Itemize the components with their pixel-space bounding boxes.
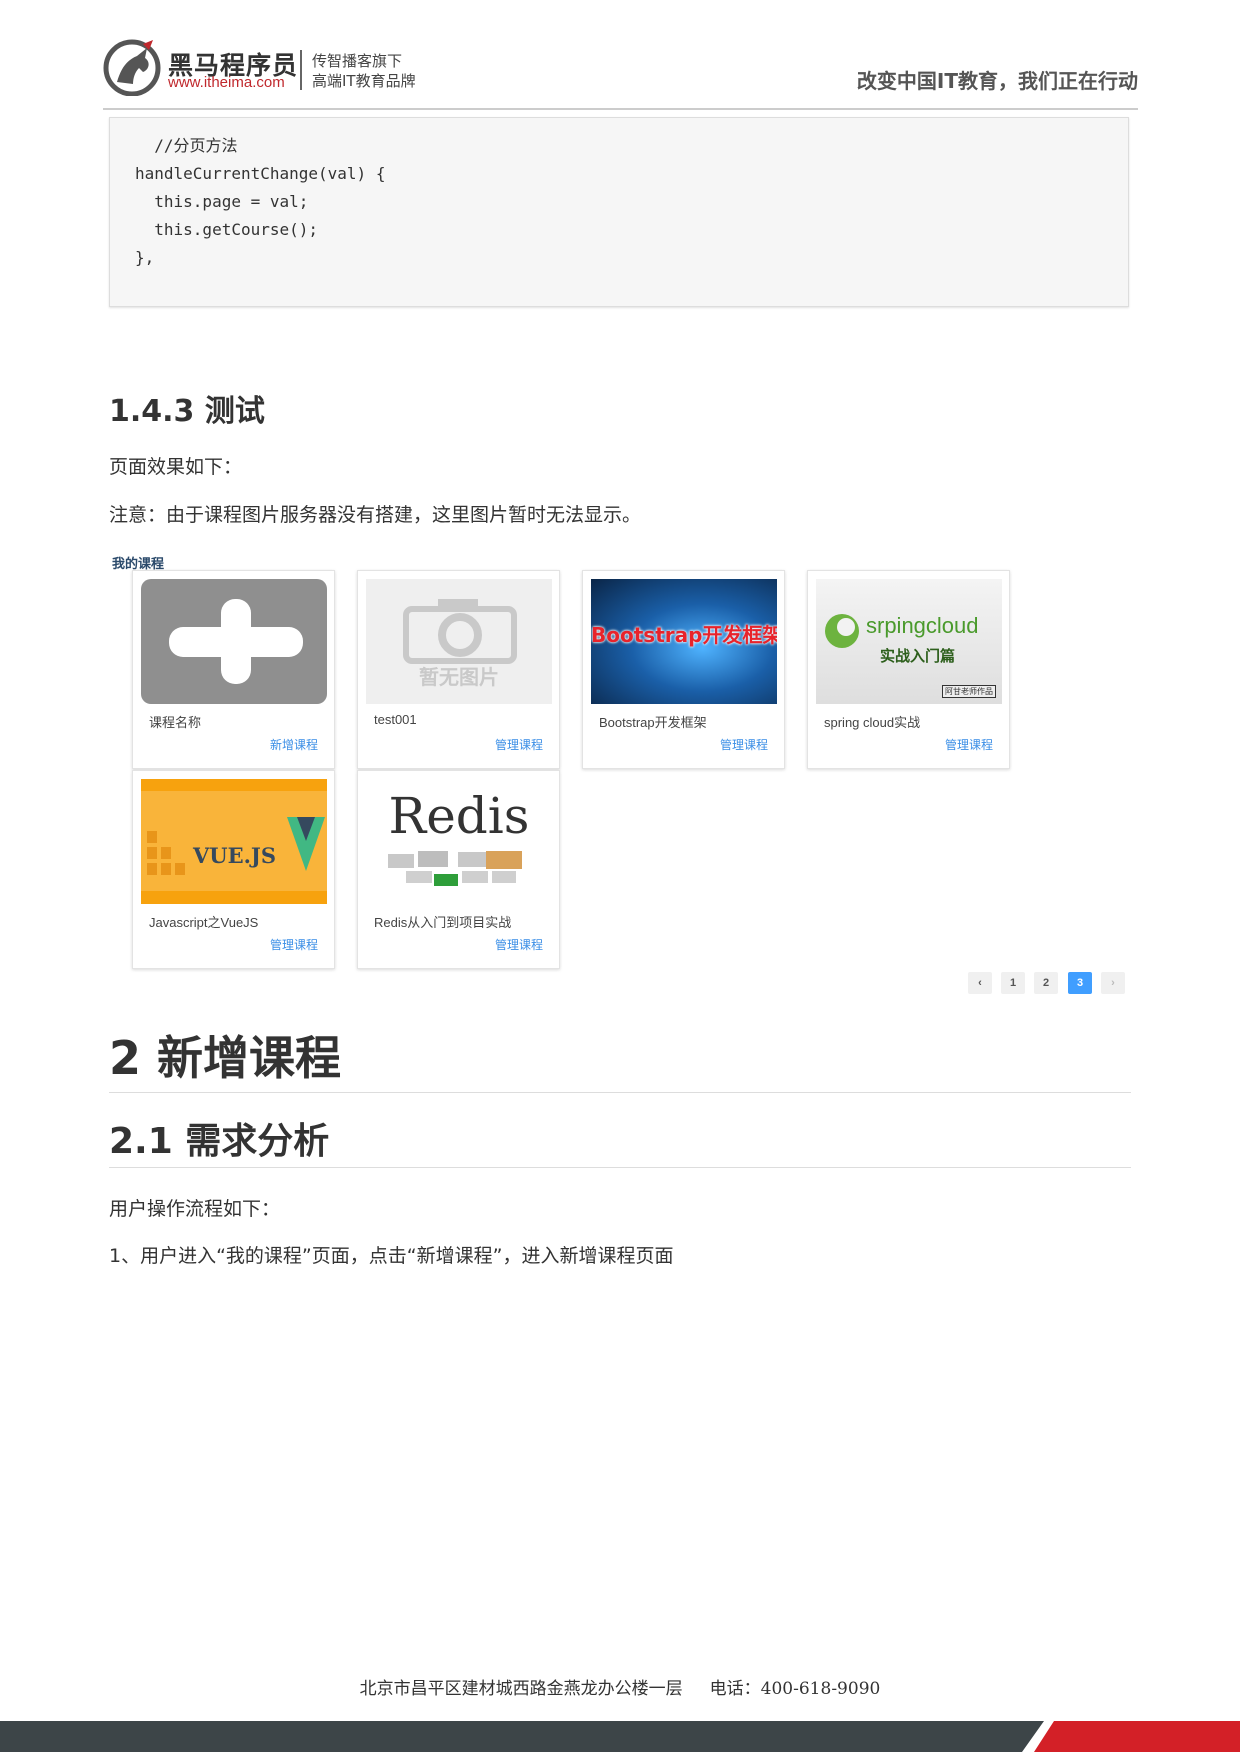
brand-tagline-1: 传智播客旗下	[312, 52, 403, 70]
paragraph-step-1: 1、用户进入“我的课程”页面，点击“新增课程”，进入新增课程页面	[109, 1245, 674, 1267]
section-heading-2: 2 新增课程	[109, 1031, 342, 1085]
code-line: handleCurrentChange(val) {	[135, 164, 386, 183]
manage-course-link[interactable]: 管理课程	[945, 736, 993, 753]
paragraph-note: 注意：由于课程图片服务器没有搭建，这里图片暂时无法显示。	[109, 504, 642, 526]
brand-divider	[300, 50, 302, 90]
course-name: test001	[374, 712, 417, 727]
manage-course-link[interactable]: 管理课程	[270, 936, 318, 953]
banner-subtext: 实战入门篇	[880, 647, 956, 665]
logo-horse-icon	[103, 38, 165, 97]
heading-underline	[109, 1092, 1131, 1093]
course-card[interactable]: srpingcloud 实战入门篇 阿甘老师作品 spring cloud实战 …	[807, 570, 1010, 769]
no-image-text: 暂无图片	[419, 665, 499, 689]
page-button-3-current[interactable]: 3	[1068, 972, 1092, 994]
heading-underline	[109, 1167, 1131, 1168]
page-button-2[interactable]: 2	[1034, 972, 1058, 994]
add-course-link[interactable]: 新增课程	[270, 736, 318, 753]
code-line: this.page = val;	[135, 192, 309, 211]
course-card[interactable]: Redis Redis从入门到项目实战 管理课程	[357, 770, 560, 969]
prev-page-button[interactable]: ‹	[968, 972, 992, 994]
banner-text: Bootstrap开发框架	[591, 623, 777, 647]
course-card[interactable]: VUE.JS Javascript之VueJS 管理课程	[132, 770, 335, 969]
code-line: },	[135, 248, 155, 267]
redis-banner: Redis	[366, 779, 552, 904]
server-blocks-icon	[388, 851, 522, 886]
code-line: //分页方法	[135, 136, 238, 155]
banner-stamp: 阿甘老师作品	[942, 685, 996, 698]
course-name: Redis从入门到项目实战	[374, 915, 512, 930]
vuejs-banner: VUE.JS	[141, 779, 327, 904]
manage-course-link[interactable]: 管理课程	[495, 736, 543, 753]
next-page-button[interactable]: ›	[1101, 972, 1125, 994]
section-heading-1-4-3: 1.4.3 测试	[109, 394, 265, 429]
code-block: //分页方法 handleCurrentChange(val) { this.pa…	[109, 117, 1129, 307]
banner-text: VUE.JS	[193, 843, 277, 868]
brand-tagline-2: 高端IT教育品牌	[312, 72, 416, 90]
header-divider	[103, 108, 1138, 110]
banner-text: srpingcloud	[866, 613, 979, 638]
footer-bar	[0, 1721, 1240, 1752]
springcloud-banner: srpingcloud 实战入门篇 阿甘老师作品	[816, 579, 1002, 704]
footer-address: 北京市昌平区建材城西路金燕龙办公楼一层 电话：400-618-9090	[359, 1679, 881, 1699]
manage-course-link[interactable]: 管理课程	[495, 936, 543, 953]
paragraph-effect: 页面效果如下：	[109, 456, 243, 478]
course-card[interactable]: 暂无图片 test001 管理课程	[357, 570, 560, 769]
course-name: Bootstrap开发框架	[599, 715, 707, 730]
brand-url: www.itheima.com	[168, 74, 285, 91]
bootstrap-banner: Bootstrap开发框架	[591, 579, 777, 704]
paragraph-flow: 用户操作流程如下：	[109, 1198, 281, 1220]
course-thumbnail: 暂无图片	[366, 579, 552, 704]
section-heading-2-1: 2.1 需求分析	[109, 1121, 330, 1162]
header-slogan: 改变中国IT教育，我们正在行动	[856, 69, 1138, 93]
course-card[interactable]: Bootstrap开发框架 Bootstrap开发框架 管理课程	[582, 570, 785, 769]
plus-icon[interactable]	[141, 579, 327, 704]
course-card[interactable]: 课程名称 新增课程	[132, 570, 335, 769]
course-name: spring cloud实战	[824, 715, 921, 730]
course-name: 课程名称	[149, 715, 202, 730]
code-line: this.getCourse();	[135, 220, 319, 239]
course-name: Javascript之VueJS	[149, 915, 259, 930]
manage-course-link[interactable]: 管理课程	[720, 736, 768, 753]
page-button-1[interactable]: 1	[1001, 972, 1025, 994]
